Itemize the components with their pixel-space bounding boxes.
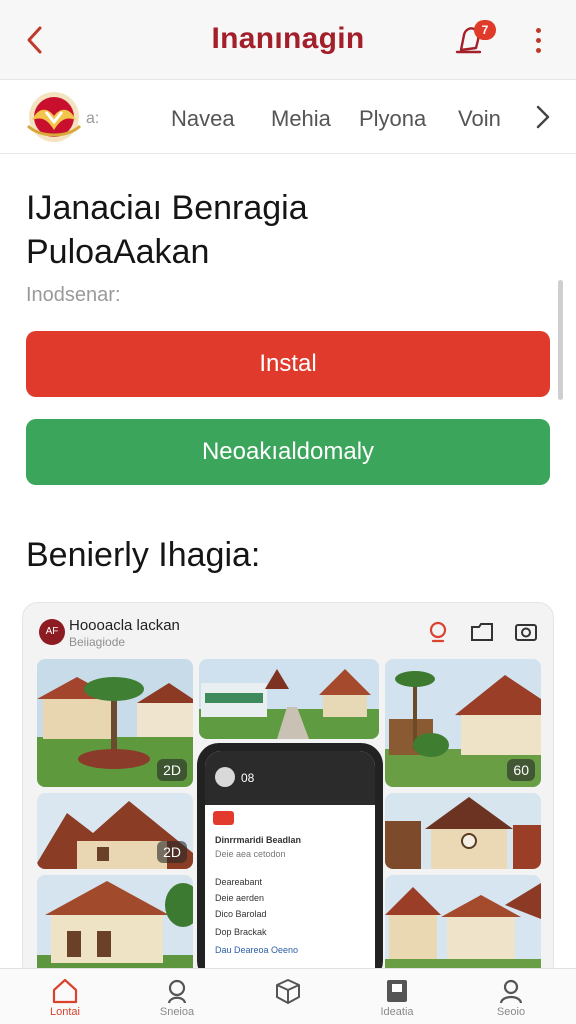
heading-line-2: PuloaAakan — [26, 233, 210, 271]
secondary-button[interactable]: Neoakıaldomaly — [26, 419, 550, 485]
bottom-nav: Lontai Sneioa Ideatia Seoio — [0, 968, 576, 1024]
photo-tile[interactable]: 60 — [385, 659, 541, 787]
nav-item-voin[interactable]: Voin — [458, 106, 501, 132]
section-title: Benierly Ihagia: — [26, 536, 261, 574]
user-icon — [499, 979, 523, 1004]
category-nav: a: Navea Mehia Plyona Voin — [0, 80, 576, 154]
nav-item-plyona[interactable]: Plyona — [359, 106, 426, 132]
photo-clock-house — [385, 793, 541, 869]
phone-row: Dop Brackak — [215, 927, 267, 937]
bookmark-icon — [387, 980, 407, 1002]
photo-tile[interactable]: 2D — [37, 793, 193, 869]
photo-tile[interactable] — [385, 875, 541, 981]
phone-mockup: 08 Dinrrmaridi Beadlan Deie aea cetodon … — [197, 743, 383, 981]
phone-pill — [213, 811, 234, 825]
phone-avatar — [215, 767, 235, 787]
tab-home[interactable]: Lontai — [20, 977, 110, 1024]
photo-tile[interactable] — [385, 793, 541, 869]
photo-village-houses — [385, 875, 541, 981]
photo-tile[interactable] — [37, 875, 193, 981]
tab-label: Lontai — [50, 1006, 80, 1018]
phone-screen: 08 Dinrrmaridi Beadlan Deie aea cetodon … — [205, 751, 375, 981]
phone-list-title: Dinrrmaridi Beadlan — [215, 835, 302, 845]
photo-tile[interactable] — [199, 659, 379, 739]
chevron-right-icon[interactable] — [530, 102, 556, 132]
phone-row: Dau Deareoa Oeeno — [215, 945, 299, 955]
home-icon — [52, 978, 78, 1004]
search-icon — [167, 979, 187, 1004]
nav-item-mehia[interactable]: Mehia — [271, 106, 331, 132]
phone-row: Deareabant — [215, 877, 263, 887]
photo-tile[interactable]: 2D — [37, 659, 193, 787]
phone-row: Dico Barolad — [215, 909, 267, 919]
folder-icon[interactable] — [469, 619, 495, 645]
heading-line-1: IJanaciaı Benragia — [26, 189, 308, 227]
tab-label: Ideatia — [380, 1006, 414, 1018]
tab-ideatia[interactable]: Ideatia — [352, 977, 442, 1024]
tab-label: Sneioa — [159, 1006, 195, 1018]
photo-count: 2D — [157, 759, 187, 781]
install-button[interactable]: Instal — [26, 331, 550, 397]
scrollbar[interactable] — [558, 280, 563, 400]
photo-joglo-house — [37, 875, 193, 981]
card-subtitle: Beiiagiode — [69, 635, 126, 649]
card-title: Hoooacla lackan — [69, 617, 180, 634]
photo-count: 60 — [507, 759, 535, 781]
phone-status: 08 — [241, 771, 255, 785]
nav-item-navea[interactable]: Navea — [171, 106, 235, 132]
phone-list-subtitle: Deie aea cetodon — [215, 849, 286, 859]
notifications-button[interactable]: 7 — [452, 20, 496, 60]
box-icon — [276, 979, 300, 1004]
more-vertical-icon — [535, 27, 541, 33]
phone-topbar: 08 — [205, 751, 375, 805]
phone-row: Deie aerden — [215, 893, 265, 903]
page-heading: IJanaciaı Benragia PuloaAakan — [26, 186, 546, 274]
app-bar: Inanınagin 7 — [0, 0, 576, 80]
more-options-button[interactable] — [526, 22, 550, 58]
pin-icon[interactable] — [425, 619, 451, 645]
avatar: AF — [39, 619, 65, 645]
tab-profile[interactable]: Seoio — [466, 977, 556, 1024]
camera-icon[interactable] — [513, 619, 539, 645]
garuda-logo-icon — [26, 92, 82, 142]
photo-village-path — [199, 659, 379, 739]
photo-count: 2D — [157, 841, 187, 863]
notification-badge: 7 — [474, 20, 496, 40]
logo-caption: a: — [86, 110, 100, 127]
page-subtitle: Inodsenar: — [26, 284, 121, 306]
tab-search[interactable]: Sneioa — [132, 977, 222, 1024]
tab-label: Seoio — [496, 1006, 526, 1018]
tab-box[interactable] — [243, 977, 333, 1024]
gallery-card[interactable]: AF Hoooacla lackan Beiiagiode 2D 60 2D 0… — [22, 602, 554, 982]
